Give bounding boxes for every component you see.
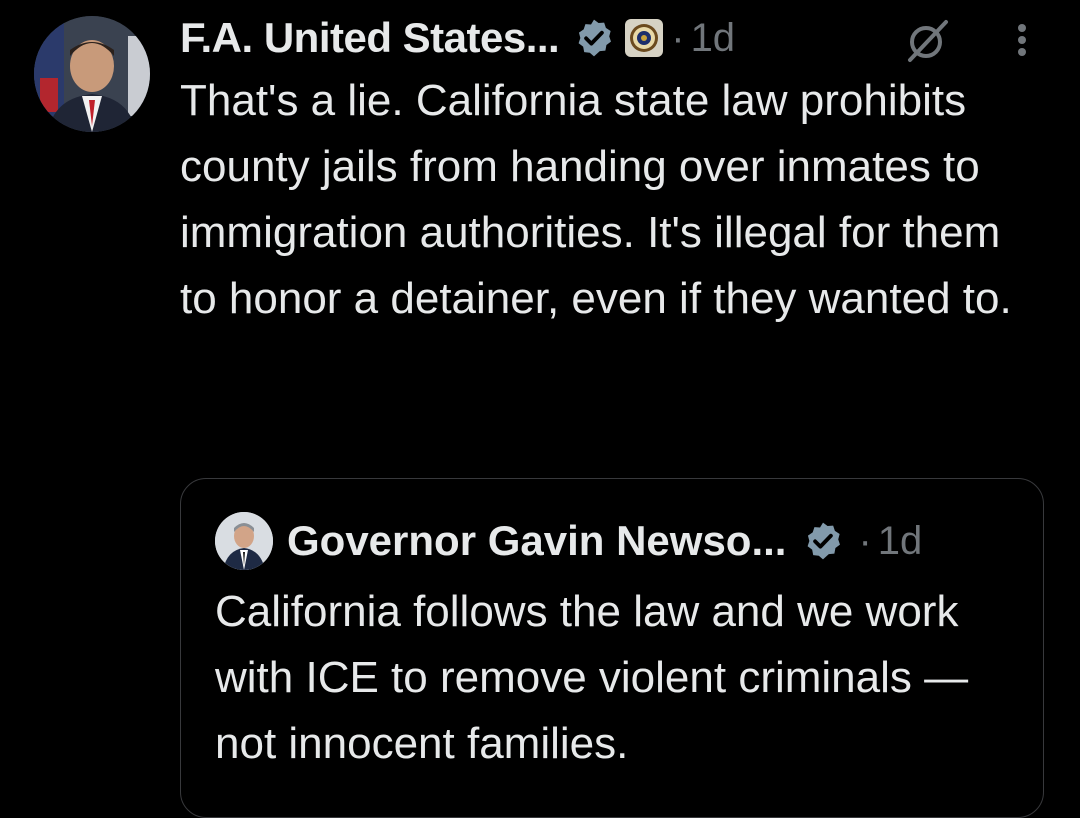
verified-badge-icon[interactable] <box>802 520 844 562</box>
separator-dot: · <box>671 15 685 60</box>
quoted-author-name[interactable]: Governor Gavin Newso... <box>287 517 786 565</box>
tweet-header: F.A. United States... · 1d <box>180 10 735 66</box>
quoted-tweet-text: California follows the law and we work w… <box>215 587 969 768</box>
doj-seal-icon[interactable] <box>625 19 664 57</box>
tweet-timestamp[interactable]: 1d <box>691 16 736 61</box>
grok-icon[interactable] <box>900 14 954 68</box>
quoted-author-avatar[interactable] <box>215 512 273 570</box>
quoted-author-avatar-image <box>215 512 273 570</box>
author-name[interactable]: F.A. United States... <box>180 14 560 62</box>
quoted-tweet[interactable]: Governor Gavin Newso... · 1d California … <box>180 478 1044 818</box>
author-avatar[interactable] <box>34 16 150 132</box>
author-avatar-image <box>34 16 150 132</box>
quoted-tweet-header: Governor Gavin Newso... · 1d <box>215 512 923 570</box>
quoted-tweet-timestamp[interactable]: 1d <box>878 519 923 564</box>
tweet[interactable]: F.A. United States... · 1d That's a lie.… <box>0 0 1080 818</box>
separator-dot: · <box>858 518 872 563</box>
verified-badge-icon[interactable] <box>573 17 615 59</box>
tweet-text: That's a lie. California state law prohi… <box>180 76 1012 323</box>
more-options-icon[interactable] <box>1000 18 1044 62</box>
